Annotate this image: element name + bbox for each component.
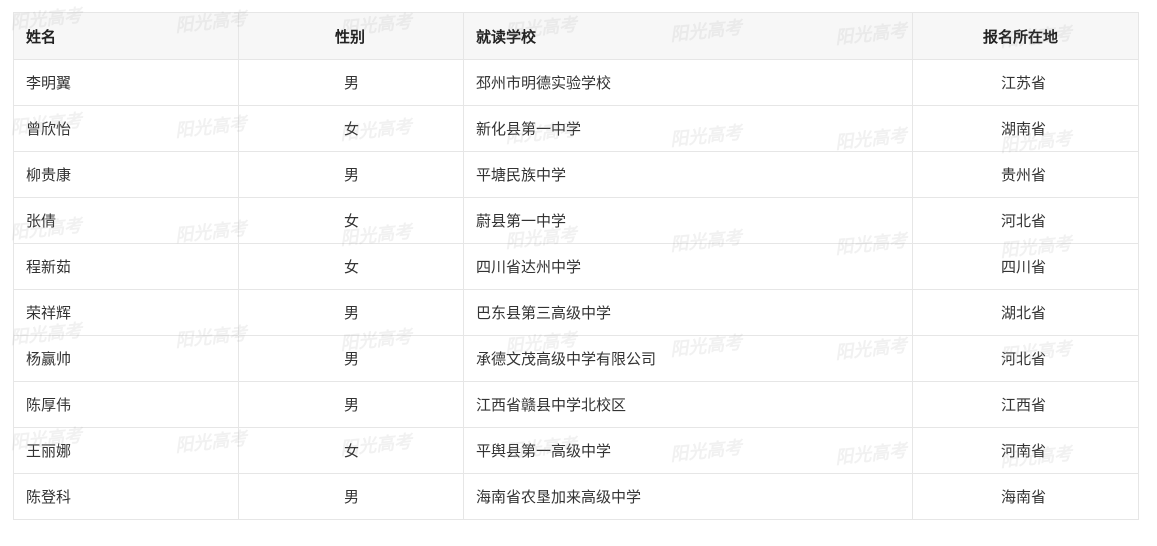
cell-gender: 男 [238, 59, 464, 106]
cell-school: 江西省赣县中学北校区 [463, 381, 913, 428]
cell-name: 李明翼 [13, 59, 239, 106]
cell-gender: 男 [238, 473, 464, 520]
header-name: 姓名 [13, 12, 239, 60]
table-row: 荣祥辉 男 巴东县第三高级中学 湖北省 [13, 289, 1139, 336]
cell-school: 新化县第一中学 [463, 105, 913, 152]
cell-name: 荣祥辉 [13, 289, 239, 336]
cell-name: 柳贵康 [13, 151, 239, 198]
table-row: 曾欣怡 女 新化县第一中学 湖南省 [13, 105, 1139, 152]
cell-gender: 男 [238, 381, 464, 428]
table-row: 王丽娜 女 平舆县第一高级中学 河南省 [13, 427, 1139, 474]
cell-school: 巴东县第三高级中学 [463, 289, 913, 336]
cell-gender: 女 [238, 105, 464, 152]
cell-province: 海南省 [912, 473, 1139, 520]
header-province: 报名所在地 [912, 12, 1139, 60]
cell-province: 河北省 [912, 335, 1139, 382]
table-row: 陈厚伟 男 江西省赣县中学北校区 江西省 [13, 381, 1139, 428]
cell-name: 张倩 [13, 197, 239, 244]
table-row: 张倩 女 蔚县第一中学 河北省 [13, 197, 1139, 244]
student-roster-table: 姓名 性别 就读学校 报名所在地 李明翼 男 邳州市明德实验学校 江苏省 曾欣怡… [13, 12, 1139, 520]
cell-name: 陈厚伟 [13, 381, 239, 428]
cell-school: 海南省农垦加来高级中学 [463, 473, 913, 520]
cell-gender: 男 [238, 151, 464, 198]
table-row: 李明翼 男 邳州市明德实验学校 江苏省 [13, 59, 1139, 106]
page: 姓名 性别 就读学校 报名所在地 李明翼 男 邳州市明德实验学校 江苏省 曾欣怡… [0, 0, 1157, 546]
cell-province: 江西省 [912, 381, 1139, 428]
table-row: 陈登科 男 海南省农垦加来高级中学 海南省 [13, 473, 1139, 520]
table-row: 杨赢帅 男 承德文茂高级中学有限公司 河北省 [13, 335, 1139, 382]
header-gender: 性别 [238, 12, 464, 60]
cell-school: 蔚县第一中学 [463, 197, 913, 244]
cell-gender: 女 [238, 197, 464, 244]
cell-school: 邳州市明德实验学校 [463, 59, 913, 106]
cell-name: 杨赢帅 [13, 335, 239, 382]
table-body: 李明翼 男 邳州市明德实验学校 江苏省 曾欣怡 女 新化县第一中学 湖南省 柳贵… [13, 59, 1139, 520]
cell-school: 承德文茂高级中学有限公司 [463, 335, 913, 382]
header-row: 姓名 性别 就读学校 报名所在地 [13, 12, 1139, 60]
cell-name: 王丽娜 [13, 427, 239, 474]
cell-gender: 女 [238, 427, 464, 474]
cell-province: 湖南省 [912, 105, 1139, 152]
cell-school: 平塘民族中学 [463, 151, 913, 198]
table-row: 程新茹 女 四川省达州中学 四川省 [13, 243, 1139, 290]
table-row: 柳贵康 男 平塘民族中学 贵州省 [13, 151, 1139, 198]
cell-province: 河北省 [912, 197, 1139, 244]
header-school: 就读学校 [463, 12, 913, 60]
cell-province: 贵州省 [912, 151, 1139, 198]
cell-name: 程新茹 [13, 243, 239, 290]
cell-province: 四川省 [912, 243, 1139, 290]
cell-gender: 女 [238, 243, 464, 290]
cell-name: 陈登科 [13, 473, 239, 520]
table-header: 姓名 性别 就读学校 报名所在地 [13, 12, 1139, 60]
cell-province: 河南省 [912, 427, 1139, 474]
cell-school: 平舆县第一高级中学 [463, 427, 913, 474]
cell-province: 江苏省 [912, 59, 1139, 106]
cell-gender: 男 [238, 335, 464, 382]
cell-province: 湖北省 [912, 289, 1139, 336]
cell-school: 四川省达州中学 [463, 243, 913, 290]
cell-name: 曾欣怡 [13, 105, 239, 152]
cell-gender: 男 [238, 289, 464, 336]
